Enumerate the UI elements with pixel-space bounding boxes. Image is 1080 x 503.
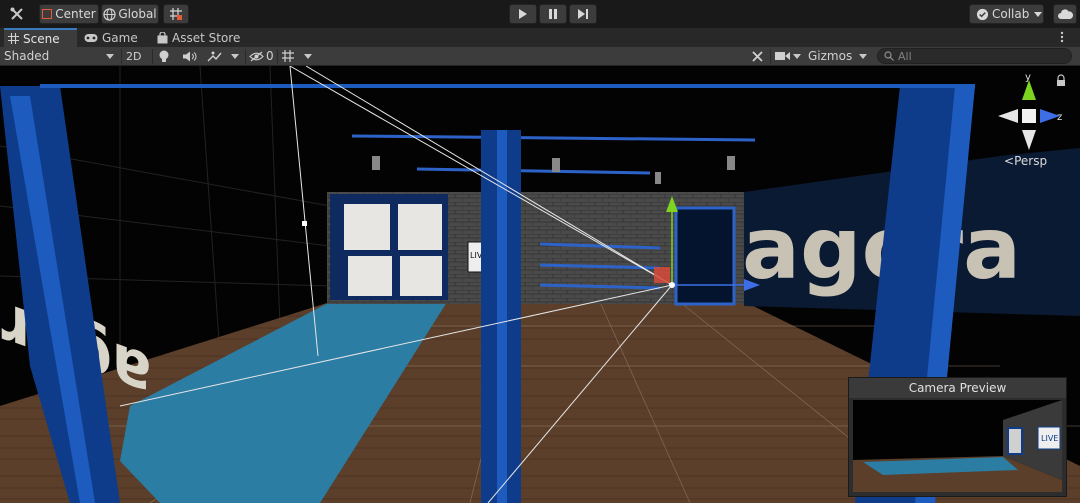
pivot-center-button[interactable]: Center [39, 4, 99, 24]
scene-toolbar: Shaded 2D 0 Gizmos All [0, 47, 1080, 66]
step-icon [577, 9, 588, 19]
gizmo-center-cube[interactable] [1022, 109, 1036, 123]
grid-icon [282, 50, 294, 62]
tab-scene[interactable]: Scene [4, 28, 77, 47]
door-right [674, 206, 736, 306]
cloud-icon [1057, 9, 1073, 19]
mode-2d-label: 2D [126, 49, 142, 63]
hidden-count: 0 [266, 49, 274, 63]
chevron-down-icon [231, 53, 239, 59]
scene-viewport[interactable]: agora LIVE agora [0, 66, 1080, 503]
tools-icon[interactable] [6, 4, 28, 24]
gizmo-y-label: y [1025, 72, 1031, 83]
chevron-down-icon [1034, 11, 1043, 17]
tab-game[interactable]: Game [80, 28, 150, 47]
search-icon [884, 51, 894, 61]
projection-label: Persp [1014, 154, 1048, 168]
eye-hidden-icon [249, 51, 264, 61]
shading-mode-dropdown[interactable]: Shaded [4, 47, 118, 65]
lighting-toggle[interactable] [159, 47, 175, 65]
separator [245, 49, 246, 64]
tab-asset-store[interactable]: Asset Store [153, 28, 243, 47]
tab-asset-store-label: Asset Store [172, 30, 241, 45]
effects-dropdown[interactable] [207, 47, 243, 65]
gizmos-label: Gizmos [808, 49, 853, 63]
pivot-icon [42, 9, 53, 19]
camera-settings-dropdown[interactable] [775, 47, 803, 65]
gizmo-plane-handle[interactable] [654, 267, 670, 283]
lightbulb-icon [159, 50, 169, 62]
audio-toggle[interactable] [183, 47, 199, 65]
separator [121, 49, 122, 64]
grid-snap-button[interactable] [163, 4, 189, 24]
shopping-bag-icon [157, 31, 168, 44]
separator [152, 49, 153, 64]
window-tab-strip: Scene Game Asset Store [0, 28, 1080, 47]
space-global-label: Global [118, 7, 157, 21]
chevron-down-icon [304, 53, 312, 59]
mode-2d-toggle[interactable]: 2D [126, 47, 146, 65]
gamepad-icon [84, 33, 98, 43]
separator [277, 49, 278, 64]
gizmo-z-label: z [1057, 112, 1062, 123]
tab-scene-label: Scene [23, 31, 60, 46]
poster [348, 256, 392, 296]
camera-preview-viewport: LIVE [853, 400, 1062, 492]
gizmos-dropdown[interactable]: Gizmos [808, 47, 870, 65]
pivot-center-label: Center [55, 7, 96, 21]
cloud-button[interactable] [1053, 4, 1077, 24]
scene-search-input[interactable]: All [877, 48, 1072, 64]
tab-game-label: Game [102, 30, 138, 45]
separator [770, 49, 771, 64]
check-circle-icon [976, 8, 989, 20]
preview-door [1007, 427, 1023, 455]
kebab-menu-icon[interactable] [1060, 31, 1068, 44]
speaker-icon [183, 51, 197, 61]
projection-toggle[interactable]: <Persp [1004, 154, 1047, 168]
scene-visibility-toggle[interactable]: 0 [249, 47, 275, 65]
chevron-down-icon [859, 53, 868, 59]
grid-snap-icon [170, 8, 182, 20]
chevron-left-icon: < [1004, 154, 1015, 168]
search-placeholder: All [898, 49, 912, 63]
pause-button[interactable] [539, 4, 567, 24]
space-global-button[interactable]: Global [101, 4, 159, 24]
effects-icon [207, 51, 222, 62]
preview-live-text: LIVE [1041, 434, 1058, 443]
poster [344, 204, 390, 250]
camera-icon [775, 52, 790, 60]
chevron-down-icon [106, 54, 114, 59]
collab-label: Collab [992, 7, 1030, 21]
play-icon [519, 9, 527, 19]
poster [400, 256, 442, 296]
poster [398, 204, 442, 250]
globe-icon [103, 7, 116, 21]
camera-preview-title: Camera Preview [849, 378, 1066, 398]
hash-grid-icon [8, 33, 19, 44]
frustum-handle[interactable] [302, 221, 307, 226]
scene-tools-icon[interactable] [751, 47, 767, 65]
step-button[interactable] [569, 4, 597, 24]
grid-toggle[interactable] [281, 47, 317, 65]
collab-dropdown[interactable]: Collab [969, 4, 1044, 24]
chevron-down-icon [793, 53, 801, 59]
shading-mode-label: Shaded [4, 49, 50, 63]
play-button[interactable] [509, 4, 537, 24]
main-toolbar: Center Global Collab [0, 0, 1080, 28]
pause-icon [549, 9, 557, 19]
camera-preview-panel: Camera Preview LIVE [848, 377, 1067, 497]
